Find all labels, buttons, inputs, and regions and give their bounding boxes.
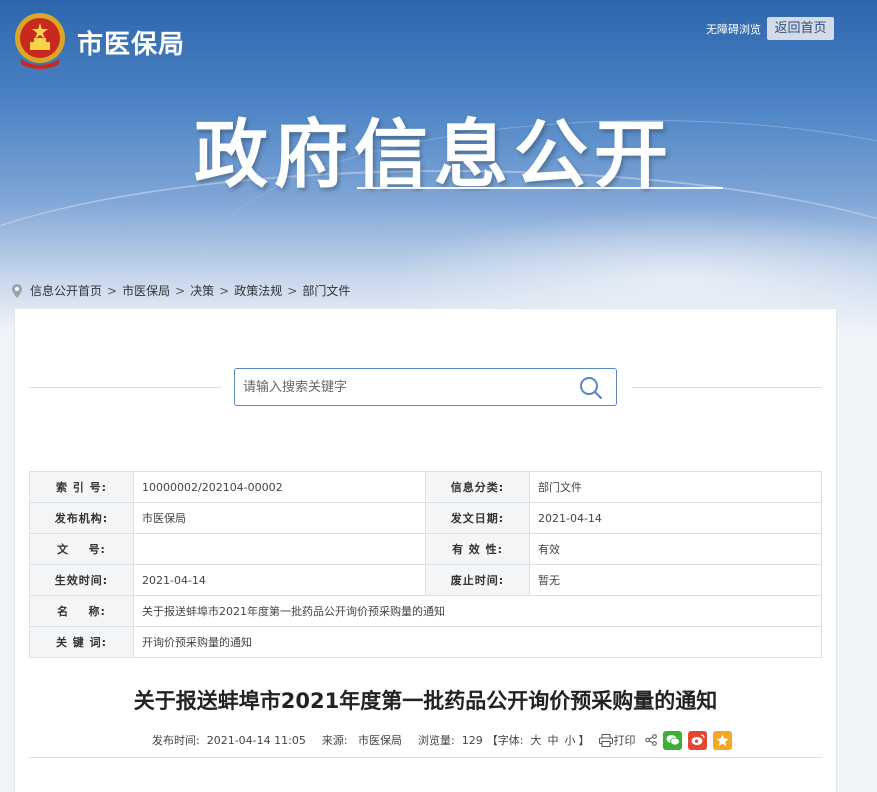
doc-number-value (133, 533, 426, 565)
weibo-icon (691, 734, 705, 745)
search-divider-right (632, 387, 822, 388)
font-size-close: 】 (578, 734, 590, 747)
name-label: 名 称: (29, 595, 134, 627)
search-divider-left (29, 387, 221, 388)
home-button[interactable]: 返回首页 (767, 17, 834, 40)
weibo-share-button[interactable] (688, 730, 708, 750)
search-input[interactable] (243, 377, 563, 397)
publish-time: 发布时间: 2021-04-14 11:05 (152, 734, 306, 747)
wechat-icon (666, 735, 680, 746)
publisher-label: 发布机构: (29, 502, 134, 534)
table-row: 生效时间: 2021-04-14 废止时间: 暂无 (29, 564, 822, 596)
article-source: 来源: 市医保局 (321, 734, 403, 747)
breadcrumb: 信息公开首页 > 市医保局 > 决策 > 政策法规 > 部门文件 (12, 282, 350, 299)
printer-icon (599, 733, 614, 747)
category-value: 部门文件 (529, 471, 822, 503)
star-icon (716, 734, 730, 746)
article-title: 关于报送蚌埠市2021年度第一批药品公开询价预采购量的通知 (133, 689, 718, 713)
share-icon[interactable] (645, 734, 658, 746)
breadcrumb-separator: > (287, 283, 298, 298)
breadcrumb-separator: > (175, 283, 186, 298)
view-count: 浏览量: 129 (418, 734, 483, 747)
repeal-date-label: 废止时间: (425, 564, 530, 596)
effective-date-label: 生效时间: (29, 564, 134, 596)
breadcrumb-item-home[interactable]: 信息公开首页 (30, 282, 102, 299)
table-row: 文 号: 有 效 性: 有效 (29, 533, 822, 565)
table-row: 发布机构: 市医保局 发文日期: 2021-04-14 (29, 502, 822, 534)
issue-date-value: 2021-04-14 (529, 502, 822, 534)
index-value: 10000002/202104-00002 (133, 471, 426, 503)
site-name[interactable]: 市医保局 (77, 24, 185, 61)
wechat-share-button[interactable] (663, 730, 683, 750)
font-size-open: 【字体: (486, 734, 524, 747)
breadcrumb-item-bureau[interactable]: 市医保局 (122, 282, 170, 299)
font-size-medium[interactable]: 中 (547, 732, 558, 748)
hero-title: 政府信息公开 (194, 112, 674, 198)
print-label: 打印 (613, 734, 636, 747)
accessibility-link[interactable]: 无障碍浏览 (706, 21, 761, 37)
article-meta: 发布时间: 2021-04-14 11:05 来源: 市医保局 浏览量: 129… (152, 730, 733, 750)
breadcrumb-item-policy[interactable]: 政策法规 (234, 282, 282, 299)
validity-value: 有效 (529, 533, 822, 565)
meta-divider (29, 757, 822, 758)
index-label: 索 引 号: (29, 471, 134, 503)
font-size-large[interactable]: 大 (530, 732, 541, 748)
table-row: 关 键 词: 开询价预采购量的通知 (29, 626, 822, 658)
breadcrumb-separator: > (107, 283, 118, 298)
doc-number-label: 文 号: (29, 533, 134, 565)
breadcrumb-separator: > (219, 283, 230, 298)
keywords-label: 关 键 词: (29, 626, 134, 658)
effective-date-value: 2021-04-14 (133, 564, 426, 596)
hero-underline (357, 187, 723, 189)
category-label: 信息分类: (425, 471, 530, 503)
print-button[interactable]: 打印 (599, 732, 639, 748)
publisher-value: 市医保局 (133, 502, 426, 534)
national-emblem-icon (15, 13, 65, 69)
validity-label: 有 效 性: (425, 533, 530, 565)
table-row: 索 引 号: 10000002/202104-00002 信息分类: 部门文件 (29, 471, 822, 503)
search-box (234, 368, 617, 406)
location-pin-icon (12, 283, 22, 298)
issue-date-label: 发文日期: (425, 502, 530, 534)
table-row: 名 称: 关于报送蚌埠市2021年度第一批药品公开询价预采购量的通知 (29, 595, 822, 627)
breadcrumb-item-decision[interactable]: 决策 (190, 282, 214, 299)
font-size-small[interactable]: 小 (564, 732, 575, 748)
favorite-button[interactable] (713, 730, 733, 750)
header-banner: 市医保局 无障碍浏览 返回首页 政府信息公开 (0, 0, 877, 330)
document-info-table: 索 引 号: 10000002/202104-00002 信息分类: 部门文件 … (29, 471, 822, 658)
repeal-date-value: 暂无 (529, 564, 822, 596)
search-icon[interactable] (578, 375, 604, 401)
name-value: 关于报送蚌埠市2021年度第一批药品公开询价预采购量的通知 (133, 595, 822, 627)
keywords-value: 开询价预采购量的通知 (133, 626, 822, 658)
breadcrumb-item-department-docs[interactable]: 部门文件 (302, 282, 350, 299)
